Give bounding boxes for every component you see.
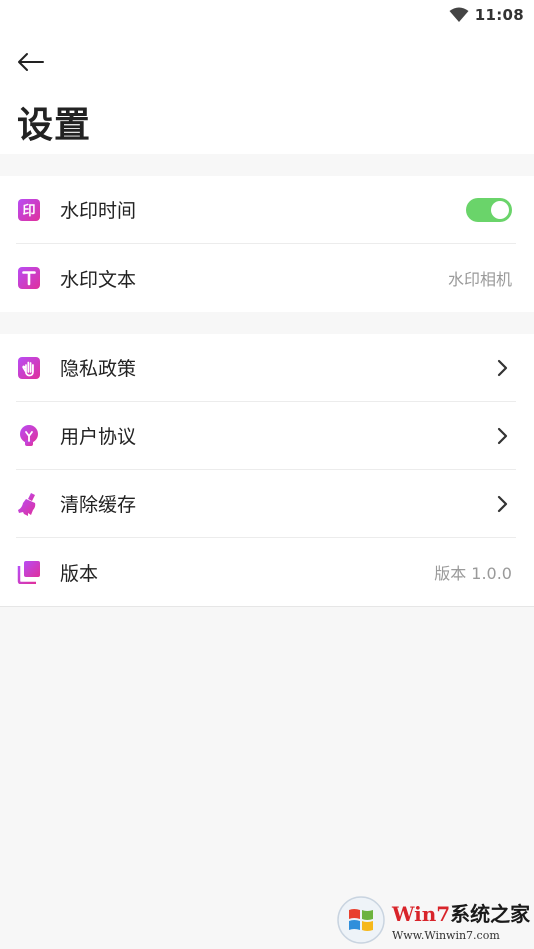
watermark-time-label: 水印时间 — [60, 200, 137, 222]
site-watermark: Win7系统之家 Www.Winwin7.com — [334, 891, 534, 949]
section-gap — [0, 154, 534, 176]
back-button[interactable] — [14, 48, 46, 76]
toggle-knob — [491, 200, 509, 219]
back-arrow-icon — [18, 53, 44, 71]
privacy-policy-label: 隐私政策 — [60, 358, 137, 380]
privacy-policy-row[interactable]: 隐私政策 — [16, 334, 516, 402]
svg-text:印: 印 — [22, 204, 35, 219]
windows-logo-icon — [337, 896, 385, 944]
chevron-right-icon — [497, 359, 508, 376]
chevron-right-icon — [497, 427, 508, 444]
version-label: 版本 — [60, 562, 99, 585]
user-agreement-label: 用户协议 — [60, 426, 137, 448]
broom-icon — [16, 491, 42, 517]
status-time: 11:08 — [474, 6, 524, 24]
page-title: 设置 — [17, 105, 92, 146]
lightbulb-icon — [16, 423, 42, 449]
watermark-url: Www.Winwin7.com — [392, 929, 500, 942]
watermark-stamp-icon: 印 — [16, 197, 42, 223]
watermark-text-row[interactable]: 水印文本 水印相机 — [16, 244, 516, 312]
text-t-icon — [16, 265, 42, 291]
settings-group-watermark: 印 水印时间 水印文本 水印相机 — [0, 176, 534, 312]
version-value: 版本 1.0.0 — [434, 564, 512, 583]
status-bar: 11:08 — [0, 0, 534, 30]
header: 设置 — [0, 30, 534, 154]
version-row: 版本 版本 1.0.0 — [16, 538, 516, 606]
watermark-time-row[interactable]: 印 水印时间 — [16, 176, 516, 244]
watermark-text-label: 水印文本 — [60, 268, 137, 291]
watermark-text: Win7系统之家 Www.Winwin7.com — [392, 898, 530, 942]
layers-icon — [16, 559, 42, 585]
user-agreement-row[interactable]: 用户协议 — [16, 402, 516, 470]
clear-cache-label: 清除缓存 — [60, 494, 137, 516]
wifi-icon — [449, 7, 469, 22]
section-gap — [0, 312, 534, 334]
divider — [0, 606, 534, 607]
hand-icon — [16, 355, 42, 381]
watermark-text-value: 水印相机 — [447, 270, 512, 289]
watermark-time-toggle[interactable] — [466, 197, 512, 222]
clear-cache-row[interactable]: 清除缓存 — [16, 470, 516, 538]
settings-group-about: 隐私政策 用户协议 清除缓存 版本 版本 1.0.0 — [0, 334, 534, 606]
chevron-right-icon — [497, 495, 508, 512]
watermark-brand: Win7系统之家 — [392, 902, 531, 926]
